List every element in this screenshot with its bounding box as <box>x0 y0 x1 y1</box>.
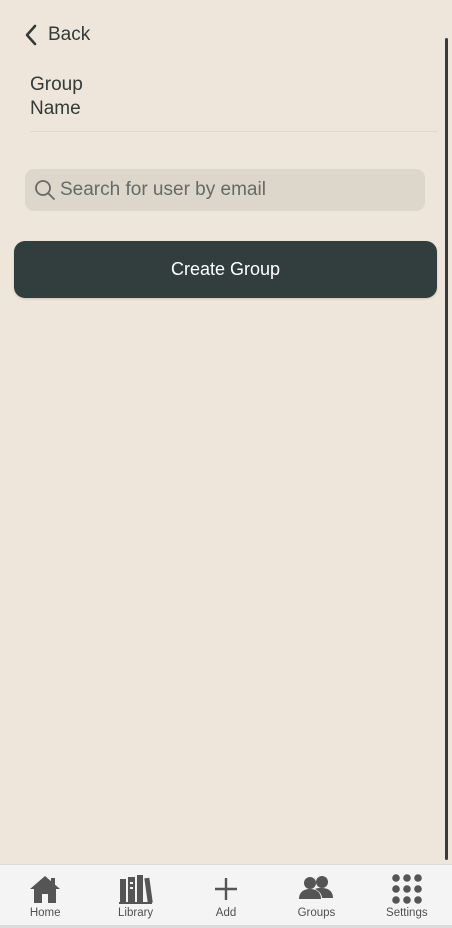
search-input[interactable] <box>60 179 410 201</box>
tab-library[interactable]: Library <box>90 865 180 928</box>
tab-label-settings: Settings <box>386 907 428 919</box>
back-label: Back <box>48 24 91 45</box>
search-box[interactable] <box>25 169 425 211</box>
tab-label-add: Add <box>215 907 237 919</box>
tab-label-groups: Groups <box>297 907 336 919</box>
tab-add[interactable]: Add <box>181 865 271 928</box>
tab-label-home: Home <box>29 907 61 919</box>
grid-icon <box>389 871 425 907</box>
search-icon <box>33 178 57 202</box>
library-icon <box>118 871 154 907</box>
chevron-left-icon <box>24 22 42 48</box>
create-group-screen: Back Group Name Create Group Home <box>0 0 452 928</box>
create-group-button[interactable]: Create Group <box>14 241 437 298</box>
group-name-placeholder: Group Name <box>30 74 83 119</box>
back-button[interactable]: Back <box>24 20 90 50</box>
tab-settings[interactable]: Settings <box>362 865 452 928</box>
plus-icon <box>208 871 244 907</box>
tab-label-library: Library <box>118 907 154 919</box>
home-icon <box>27 871 63 907</box>
tab-bar: Home Library Add Groups Settings <box>0 864 452 928</box>
group-name-field[interactable]: Group Name <box>30 73 438 132</box>
tab-groups[interactable]: Groups <box>271 865 361 928</box>
groups-icon <box>298 871 334 907</box>
tab-home[interactable]: Home <box>0 865 90 928</box>
scroll-indicator[interactable] <box>445 38 448 860</box>
